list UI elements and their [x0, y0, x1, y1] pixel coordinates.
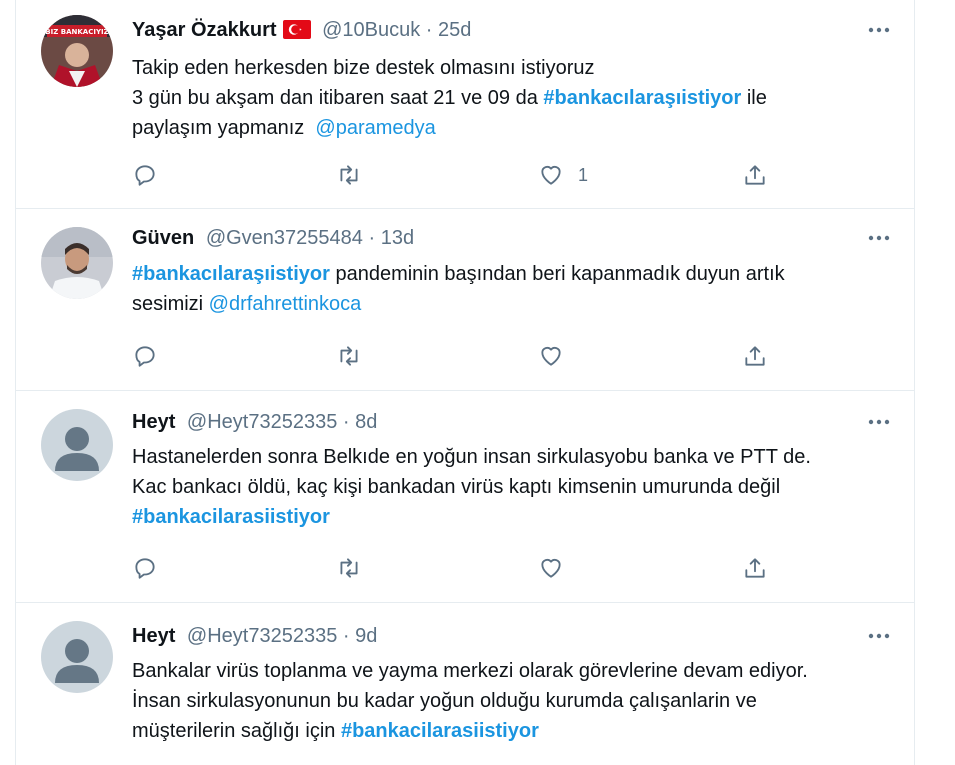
reply-icon: [132, 162, 158, 188]
reply-button[interactable]: [132, 158, 158, 192]
timestamp[interactable]: 13d: [381, 227, 414, 249]
tweet-text-line: Hastanelerden sonra Belkıde en yoğun ins…: [132, 442, 894, 472]
more-options-icon[interactable]: [864, 621, 894, 651]
share-icon: [742, 343, 768, 369]
tweet-text: #bankacılaraşıistiyor pandeminin başında…: [132, 259, 894, 319]
user-handle[interactable]: @Heyt73252335: [187, 625, 337, 647]
retweet-button[interactable]: [334, 551, 364, 585]
retweet-button[interactable]: [334, 158, 364, 192]
display-name[interactable]: Heyt: [132, 625, 175, 647]
display-name[interactable]: Heyt: [132, 411, 175, 433]
retweet-icon: [334, 162, 364, 188]
tweet-text-line: #bankacilarasiistiyor: [132, 502, 894, 532]
tweet-actions: [132, 551, 812, 585]
avatar[interactable]: [41, 621, 113, 693]
timestamp[interactable]: 8d: [355, 411, 377, 433]
tweet-actions: 1: [132, 158, 812, 192]
text-segment: Hastanelerden sonra Belkıde en yoğun ins…: [132, 446, 811, 468]
tweet[interactable]: Heyt @Heyt73252335 · 8d Hastanelerden so…: [16, 391, 914, 603]
heart-icon: [538, 555, 564, 581]
text-segment: paylaşım yapmanız: [132, 117, 316, 139]
svg-text:BIZ BANKACIYIZ: BIZ BANKACIYIZ: [45, 28, 108, 36]
tweet-text-line: Bankalar virüs toplanma ve yayma merkezi…: [132, 656, 894, 686]
tweet[interactable]: Heyt @Heyt73252335 · 9d Bankalar virüs t…: [16, 603, 914, 765]
text-segment: müşterilerin sağlığı için: [132, 720, 341, 742]
like-button[interactable]: 1: [538, 158, 588, 192]
timestamp[interactable]: 9d: [355, 625, 377, 647]
tweet-text: Bankalar virüs toplanma ve yayma merkezi…: [132, 656, 894, 746]
display-name[interactable]: Yaşar Özakkurt: [132, 19, 277, 41]
avatar[interactable]: [41, 409, 113, 481]
user-handle[interactable]: @Gven37255484: [206, 227, 363, 249]
avatar[interactable]: [41, 227, 113, 299]
timestamp[interactable]: 25d: [438, 19, 471, 41]
avatar[interactable]: BIZ BANKACIYIZ: [41, 15, 113, 87]
reply-icon: [132, 343, 158, 369]
text-segment: Bankalar virüs toplanma ve yayma merkezi…: [132, 660, 808, 682]
tweet-text-line: Takip eden herkesden bize destek olmasın…: [132, 53, 894, 83]
share-button[interactable]: [742, 339, 768, 373]
tweet-text-line: müşterilerin sağlığı için #bankacilarasi…: [132, 716, 894, 746]
text-segment: pandeminin başından beri kapanmadık duyu…: [329, 263, 785, 285]
separator-dot: ·: [368, 227, 376, 249]
tweet-header: Güven @Gven37255484 · 13d: [132, 223, 894, 253]
mention-link[interactable]: @drfahrettinkoca: [209, 293, 362, 315]
text-segment: ile: [741, 87, 767, 109]
reply-button[interactable]: [132, 551, 158, 585]
tweet-actions: [132, 339, 812, 373]
hashtag-link[interactable]: #bankacılaraşıistiyor: [132, 263, 330, 285]
share-icon: [742, 555, 768, 581]
text-segment: Takip eden herkesden bize destek olmasın…: [132, 57, 595, 79]
tweet[interactable]: BIZ BANKACIYIZ Yaşar Özakkurt @10Bucuk ·…: [16, 0, 914, 209]
retweet-icon: [334, 343, 364, 369]
reply-button[interactable]: [132, 339, 158, 373]
more-options-icon[interactable]: [864, 223, 894, 253]
reply-icon: [132, 555, 158, 581]
more-options-icon[interactable]: [864, 407, 894, 437]
retweet-button[interactable]: [334, 339, 364, 373]
retweet-icon: [334, 555, 364, 581]
tweet-header: Yaşar Özakkurt @10Bucuk · 25d: [132, 15, 894, 45]
tweet-text-line: #bankacılaraşıistiyor pandeminin başında…: [132, 259, 894, 289]
text-segment: İnsan sirkulasyonunun bu kadar yoğun old…: [132, 690, 757, 712]
turkey-flag-icon: [282, 18, 311, 39]
separator-dot: ·: [425, 19, 433, 41]
hashtag-link[interactable]: #bankacilarasiistiyor: [341, 720, 539, 742]
heart-icon: [538, 343, 564, 369]
display-name[interactable]: Güven: [132, 227, 194, 249]
tweet-feed: BIZ BANKACIYIZ Yaşar Özakkurt @10Bucuk ·…: [15, 0, 915, 765]
text-segment: Kac bankacı öldü, kaç kişi bankadan virü…: [132, 476, 781, 498]
separator-dot: ·: [342, 625, 350, 647]
hashtag-link[interactable]: #bankacilarasiistiyor: [132, 506, 330, 528]
share-button[interactable]: [742, 158, 768, 192]
like-count: 1: [578, 164, 589, 185]
tweet-header: Heyt @Heyt73252335 · 8d: [132, 407, 894, 437]
tweet-header: Heyt @Heyt73252335 · 9d: [132, 621, 894, 651]
user-handle[interactable]: @Heyt73252335: [187, 411, 337, 433]
like-button[interactable]: [538, 551, 564, 585]
tweet-text-line: İnsan sirkulasyonunun bu kadar yoğun old…: [132, 686, 894, 716]
text-segment: sesimizi: [132, 293, 209, 315]
heart-icon: [538, 162, 564, 188]
tweet-text: Takip eden herkesden bize destek olmasın…: [132, 53, 894, 143]
tweet-text: Hastanelerden sonra Belkıde en yoğun ins…: [132, 442, 894, 532]
tweet-text-line: paylaşım yapmanız @paramedya: [132, 113, 894, 143]
like-button[interactable]: [538, 339, 564, 373]
more-options-icon[interactable]: [864, 15, 894, 45]
tweet-text-line: Kac bankacı öldü, kaç kişi bankadan virü…: [132, 472, 894, 502]
share-button[interactable]: [742, 551, 768, 585]
hashtag-link[interactable]: #bankacılaraşıistiyor: [543, 87, 741, 109]
share-icon: [742, 162, 768, 188]
separator-dot: ·: [342, 411, 350, 433]
tweet-text-line: 3 gün bu akşam dan itibaren saat 21 ve 0…: [132, 83, 894, 113]
text-segment: 3 gün bu akşam dan itibaren saat 21 ve 0…: [132, 87, 544, 109]
mention-link[interactable]: @paramedya: [315, 117, 435, 139]
user-handle[interactable]: @10Bucuk: [322, 19, 420, 41]
tweet-text-line: sesimizi @drfahrettinkoca: [132, 289, 894, 319]
tweet[interactable]: Güven @Gven37255484 · 13d #bankacılaraşı…: [16, 209, 914, 391]
